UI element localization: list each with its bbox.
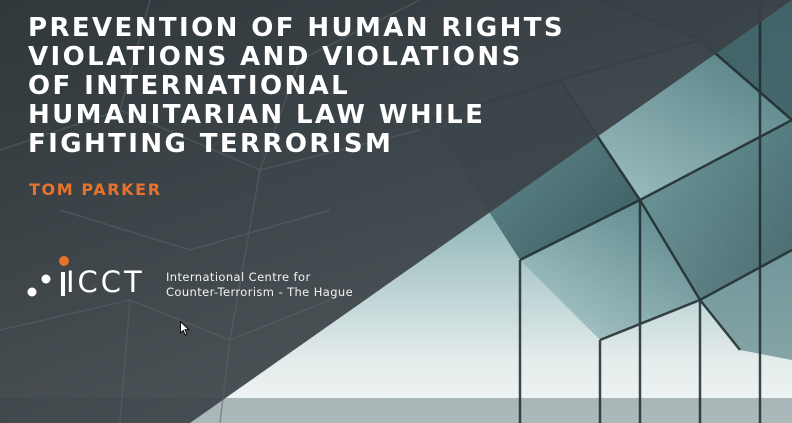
title-line: PREVENTION OF HUMAN RIGHTS xyxy=(28,13,566,43)
presentation-slide: PREVENTION OF HUMAN RIGHTS VIOLATIONS AN… xyxy=(0,0,792,423)
title-line: VIOLATIONS AND VIOLATIONS xyxy=(28,42,523,72)
title-line: FIGHTING TERRORISM xyxy=(28,129,394,159)
icct-dots-logo-icon xyxy=(27,256,69,297)
logo-wordmark: ICCT xyxy=(66,265,145,299)
icct-logo: ICCT International Centre for Counter-Te… xyxy=(26,252,366,302)
title-line: HUMANITARIAN LAW WHILE xyxy=(28,100,486,130)
title-line: OF INTERNATIONAL xyxy=(28,71,351,101)
organization-name: International Centre for Counter-Terrori… xyxy=(166,270,353,300)
org-line: Counter-Terrorism - The Hague xyxy=(166,285,354,299)
author-name: TOM PARKER xyxy=(29,180,162,199)
slide-title: PREVENTION OF HUMAN RIGHTS VIOLATIONS AN… xyxy=(28,14,668,159)
org-line: International Centre for xyxy=(166,270,311,284)
mouse-pointer-icon xyxy=(180,321,190,336)
